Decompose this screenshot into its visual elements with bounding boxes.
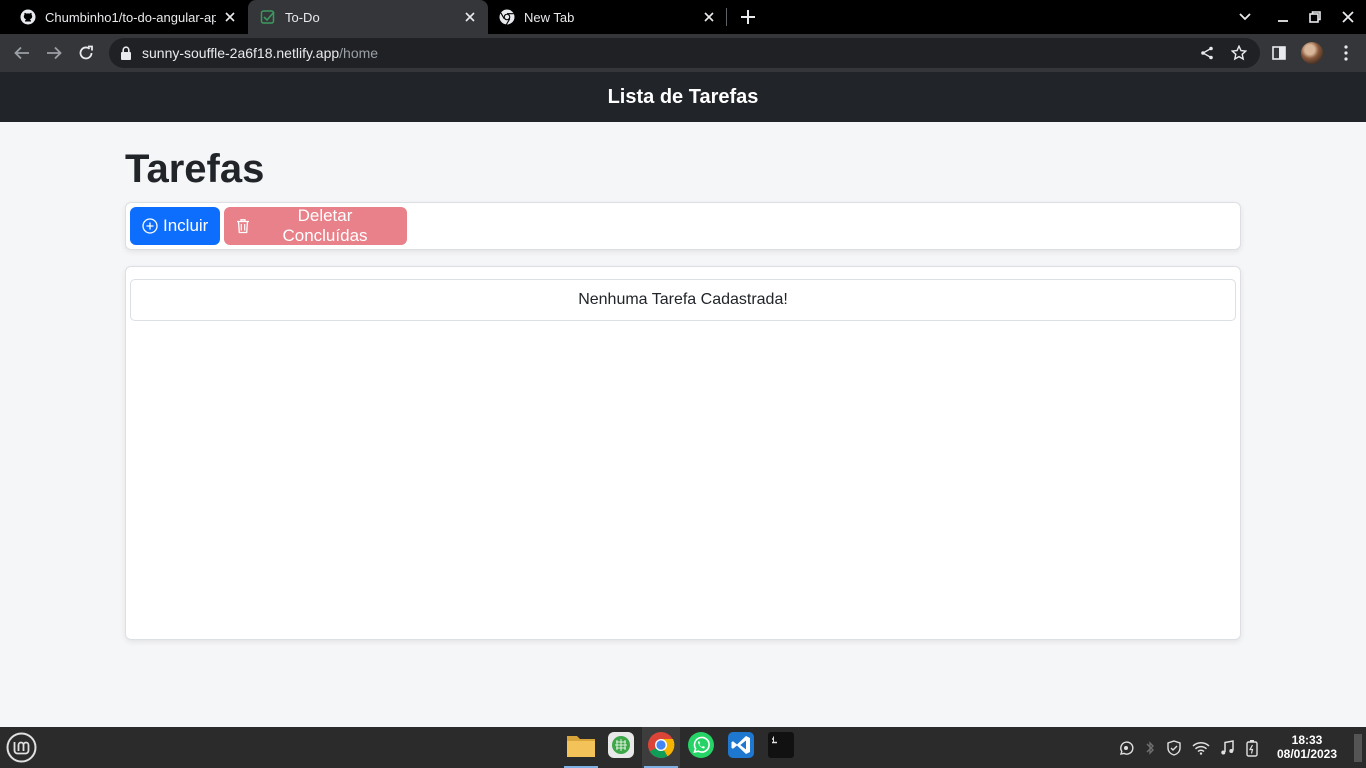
- spreadsheet-icon: [607, 731, 635, 764]
- chrome-app[interactable]: [642, 727, 680, 768]
- url-host: sunny-souffle-2a6f18.netlify.app: [142, 45, 340, 61]
- github-icon: [20, 9, 36, 25]
- new-tab-button[interactable]: [737, 6, 759, 28]
- add-task-label: Incluir: [163, 216, 209, 235]
- tab-title: New Tab: [524, 9, 575, 25]
- vscode-icon: [727, 731, 755, 764]
- empty-list-message: Nenhuma Tarefa Cadastrada!: [130, 279, 1236, 321]
- app-navbar: Lista de Tarefas: [0, 72, 1366, 122]
- minimize-icon[interactable]: [1273, 7, 1293, 27]
- vscode-app[interactable]: [722, 727, 760, 768]
- mint-menu-icon[interactable]: [6, 732, 37, 763]
- bluetooth-icon[interactable]: [1141, 739, 1159, 757]
- browser-toolbar: sunny-souffle-2a6f18.netlify.app/home: [0, 34, 1366, 72]
- address-bar[interactable]: sunny-souffle-2a6f18.netlify.app/home: [109, 38, 1260, 68]
- add-task-button[interactable]: Incluir: [130, 207, 220, 245]
- close-icon[interactable]: [462, 9, 478, 25]
- actions-card: Incluir Deletar Concluídas: [125, 202, 1241, 250]
- spreadsheet-app[interactable]: [602, 727, 640, 768]
- chrome-icon: [499, 9, 515, 25]
- tab-github[interactable]: Chumbinho1/to-do-angular-app: [8, 0, 248, 34]
- tab-to-do[interactable]: To-Do: [248, 0, 488, 34]
- plus-circle-icon: [142, 218, 158, 234]
- whatsapp-app[interactable]: [682, 727, 720, 768]
- tab-divider: [726, 8, 727, 26]
- taskbar: 18:33 08/01/2023: [0, 727, 1366, 768]
- tab-title: To-Do: [285, 9, 320, 25]
- close-icon[interactable]: [701, 9, 717, 25]
- url-path: /home: [339, 45, 379, 61]
- task-list-card: Nenhuma Tarefa Cadastrada!: [125, 266, 1241, 640]
- side-panel-icon[interactable]: [1269, 43, 1289, 63]
- profile-avatar[interactable]: [1301, 42, 1323, 64]
- trash-icon: [236, 218, 250, 234]
- share-icon[interactable]: [1199, 45, 1215, 61]
- reload-icon[interactable]: [74, 41, 98, 65]
- tab-search-icon[interactable]: [1235, 7, 1255, 27]
- music-icon[interactable]: [1218, 739, 1236, 757]
- close-window-icon[interactable]: [1338, 7, 1358, 27]
- wifi-icon[interactable]: [1192, 739, 1210, 757]
- files-icon: [566, 732, 596, 763]
- terminal-app[interactable]: [762, 727, 800, 768]
- navbar-brand[interactable]: Lista de Tarefas: [608, 86, 759, 109]
- terminal-icon: [767, 731, 795, 764]
- show-desktop-button[interactable]: [1354, 734, 1362, 762]
- more-menu-icon[interactable]: [1336, 43, 1356, 63]
- chrome-icon: [647, 731, 675, 764]
- whatsapp-tray-icon[interactable]: [1117, 739, 1135, 757]
- system-clock[interactable]: 18:33 08/01/2023: [1268, 733, 1346, 761]
- tab-new-tab[interactable]: New Tab: [487, 0, 727, 34]
- checkbox-icon: [260, 9, 276, 25]
- clock-date: 08/01/2023: [1276, 747, 1338, 761]
- restore-icon[interactable]: [1305, 7, 1325, 27]
- lock-icon[interactable]: [120, 46, 132, 60]
- close-icon[interactable]: [222, 9, 238, 25]
- forward-icon[interactable]: [42, 41, 66, 65]
- bookmark-star-icon[interactable]: [1231, 45, 1247, 61]
- whatsapp-icon: [687, 731, 715, 764]
- back-icon[interactable]: [10, 41, 34, 65]
- delete-completed-label: Deletar Concluídas: [282, 206, 368, 245]
- url-text: sunny-souffle-2a6f18.netlify.app/home: [142, 45, 378, 61]
- clock-time: 18:33: [1291, 733, 1323, 747]
- page-title: Tarefas: [125, 147, 265, 191]
- battery-icon[interactable]: [1243, 739, 1261, 757]
- shield-icon[interactable]: [1165, 739, 1183, 757]
- browser-tab-strip: Chumbinho1/to-do-angular-app To-Do New T…: [0, 0, 1366, 34]
- tab-title: Chumbinho1/to-do-angular-app: [45, 9, 216, 25]
- files-app[interactable]: [562, 727, 600, 768]
- delete-completed-button[interactable]: Deletar Concluídas: [224, 206, 407, 245]
